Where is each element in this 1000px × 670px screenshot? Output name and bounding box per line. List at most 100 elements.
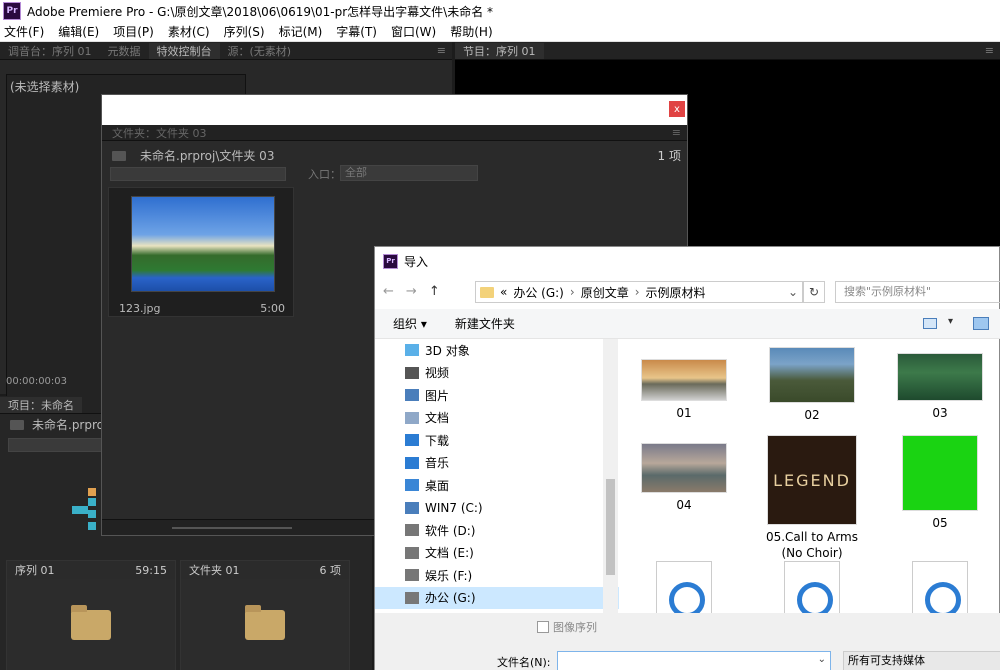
- nav-tree-item[interactable]: 图片: [375, 384, 619, 407]
- panel-menu-icon[interactable]: ≡: [437, 44, 446, 57]
- import-dialog: Pr 导入 ← → ↑ « 办公 (G:) › 原创文章 › 示例原材料 ⌄ ↻…: [374, 246, 1000, 670]
- up-arrow-icon[interactable]: ↑: [429, 284, 440, 299]
- panel-tabs: 调音台：序列 01 元数据 特效控制台 源：(无素材) ≡: [0, 42, 452, 60]
- video-icon: [405, 366, 419, 379]
- nav-tree-item[interactable]: 3D 对象: [375, 339, 619, 362]
- nav-tree-label: 文档: [425, 411, 450, 426]
- back-arrow-icon[interactable]: ←: [383, 284, 394, 299]
- nav-tree-item[interactable]: 办公 (G:): [375, 586, 619, 609]
- nav-tree-item[interactable]: 视频: [375, 362, 619, 385]
- chevron-down-icon[interactable]: ⌄: [818, 654, 826, 665]
- address-segment[interactable]: 原创文章: [581, 284, 629, 301]
- window-title: Adobe Premiere Pro - G:\原创文章\2018\06\061…: [27, 4, 494, 19]
- organize-button[interactable]: 组织 ▾: [393, 315, 427, 332]
- view-dropdown-icon[interactable]: ▾: [948, 316, 953, 327]
- zoom-slider[interactable]: [172, 527, 292, 529]
- file-label: 01: [676, 406, 692, 420]
- menu-file[interactable]: 文件(F): [4, 23, 44, 40]
- nav-tree-item[interactable]: 音乐: [375, 452, 619, 475]
- entry-select[interactable]: 全部: [340, 165, 478, 181]
- menu-project[interactable]: 项目(P): [113, 23, 154, 40]
- nav-tree-label: 办公 (G:): [425, 591, 476, 606]
- chevron-right-icon: ›: [634, 285, 640, 299]
- pictures-icon: [405, 389, 419, 402]
- nav-tree-item[interactable]: 桌面: [375, 474, 619, 497]
- nav-tree-label: 音乐: [425, 456, 450, 471]
- menu-help[interactable]: 帮助(H): [450, 23, 492, 40]
- new-folder-button[interactable]: 新建文件夹: [455, 315, 515, 332]
- nav-tree-item[interactable]: 娱乐 (F:): [375, 564, 619, 587]
- panel-menu-icon[interactable]: ≡: [985, 44, 994, 57]
- scrollbar-thumb[interactable]: [606, 479, 615, 575]
- address-segment[interactable]: 办公 (G:): [513, 284, 564, 301]
- address-bar[interactable]: « 办公 (G:) › 原创文章 › 示例原材料 ⌄: [475, 281, 803, 303]
- file-grid: 01 02 03 04 LEGEND 05.Call to Arms (No Choir)…: [619, 339, 1000, 621]
- search-input[interactable]: 搜索"示例原材料": [835, 281, 1000, 303]
- tab-effect-controls[interactable]: 特效控制台: [148, 42, 220, 59]
- file-tile[interactable]: 01: [629, 347, 739, 421]
- clip-card[interactable]: 123.jpg 5:00: [108, 187, 294, 317]
- preview-pane-icon[interactable]: [973, 317, 989, 330]
- file-tile[interactable]: 03: [885, 347, 995, 421]
- refresh-icon[interactable]: ↻: [803, 281, 825, 303]
- file-type-select[interactable]: 所有可支持媒体: [843, 651, 1000, 670]
- view-mode-icon[interactable]: [923, 318, 937, 329]
- menu-sequence[interactable]: 序列(S): [224, 23, 265, 40]
- premiere-logo-icon: Pr: [383, 253, 398, 269]
- media-file-icon: [784, 561, 840, 621]
- file-tile[interactable]: LEGEND 05.Call to Arms (No Choir): [757, 435, 867, 561]
- file-thumbnail: [902, 435, 978, 511]
- address-prefix: «: [500, 285, 508, 299]
- premiere-logo-icon: Pr: [3, 2, 21, 20]
- bin-tabs: 文件夹：文件夹 03 ≡: [102, 125, 687, 141]
- nav-tree-label: 文档 (E:): [425, 546, 474, 561]
- file-thumbnail: [641, 443, 727, 493]
- menu-title[interactable]: 字幕(T): [336, 23, 377, 40]
- file-tile[interactable]: 05: [885, 435, 995, 531]
- nav-tree-label: 视频: [425, 366, 450, 381]
- bin-folder[interactable]: 文件夹 01 6 项: [180, 560, 350, 670]
- forward-arrow-icon[interactable]: →: [406, 284, 417, 299]
- menu-marker[interactable]: 标记(M): [279, 23, 323, 40]
- tab-bin[interactable]: 文件夹：文件夹 03: [112, 125, 207, 141]
- tab-project[interactable]: 项目：未命名: [0, 396, 82, 413]
- chevron-down-icon[interactable]: ⌄: [784, 285, 802, 299]
- bin-sequence[interactable]: 序列 01 59:15: [6, 560, 176, 670]
- title-bar: Pr Adobe Premiere Pro - G:\原创文章\2018\06\…: [0, 0, 1000, 22]
- file-tile[interactable]: 04: [629, 435, 739, 513]
- bin-window-titlebar: x: [102, 95, 687, 125]
- file-thumbnail: LEGEND: [767, 435, 857, 525]
- menu-edit[interactable]: 编辑(E): [58, 23, 99, 40]
- folder-icon: [71, 605, 111, 640]
- bin-body: [181, 579, 349, 670]
- file-thumbnail: [769, 347, 855, 403]
- drive-icon: [405, 546, 419, 559]
- menu-bar: 文件(F) 编辑(E) 项目(P) 素材(C) 序列(S) 标记(M) 字幕(T…: [0, 22, 1000, 42]
- tab-audio-mixer[interactable]: 调音台：序列 01: [0, 43, 100, 59]
- image-sequence-checkbox[interactable]: [537, 621, 549, 633]
- folder-icon: [112, 150, 126, 161]
- bin-path-label: 未命名.prproj\文件夹 03: [140, 149, 275, 163]
- nav-tree-item[interactable]: WIN7 (C:): [375, 497, 619, 520]
- tab-metadata[interactable]: 元数据: [100, 43, 149, 59]
- file-tile[interactable]: 02: [757, 347, 867, 423]
- nav-tree-item[interactable]: 软件 (D:): [375, 519, 619, 542]
- nav-tree-item[interactable]: 下载: [375, 429, 619, 452]
- close-icon[interactable]: x: [669, 101, 685, 117]
- menu-window[interactable]: 窗口(W): [391, 23, 436, 40]
- address-segment[interactable]: 示例原材料: [646, 284, 706, 301]
- nav-tree-label: WIN7 (C:): [425, 500, 483, 515]
- tree-scrollbar[interactable]: [603, 339, 618, 613]
- drive-icon: [405, 524, 419, 537]
- tab-program[interactable]: 节目：序列 01: [455, 42, 544, 59]
- menu-clip[interactable]: 素材(C): [168, 23, 210, 40]
- file-label: 05.Call to Arms (No Choir): [765, 530, 859, 560]
- filename-input[interactable]: ⌄: [557, 651, 831, 670]
- bin-search-input[interactable]: [110, 167, 286, 181]
- nav-tree-item[interactable]: 文档 (E:): [375, 542, 619, 565]
- nav-tree-item[interactable]: 文档: [375, 407, 619, 430]
- file-label: 04: [676, 498, 692, 512]
- panel-menu-icon[interactable]: ≡: [672, 126, 681, 139]
- tab-source[interactable]: 源：(无素材): [220, 43, 300, 59]
- project-search-input[interactable]: [8, 438, 104, 452]
